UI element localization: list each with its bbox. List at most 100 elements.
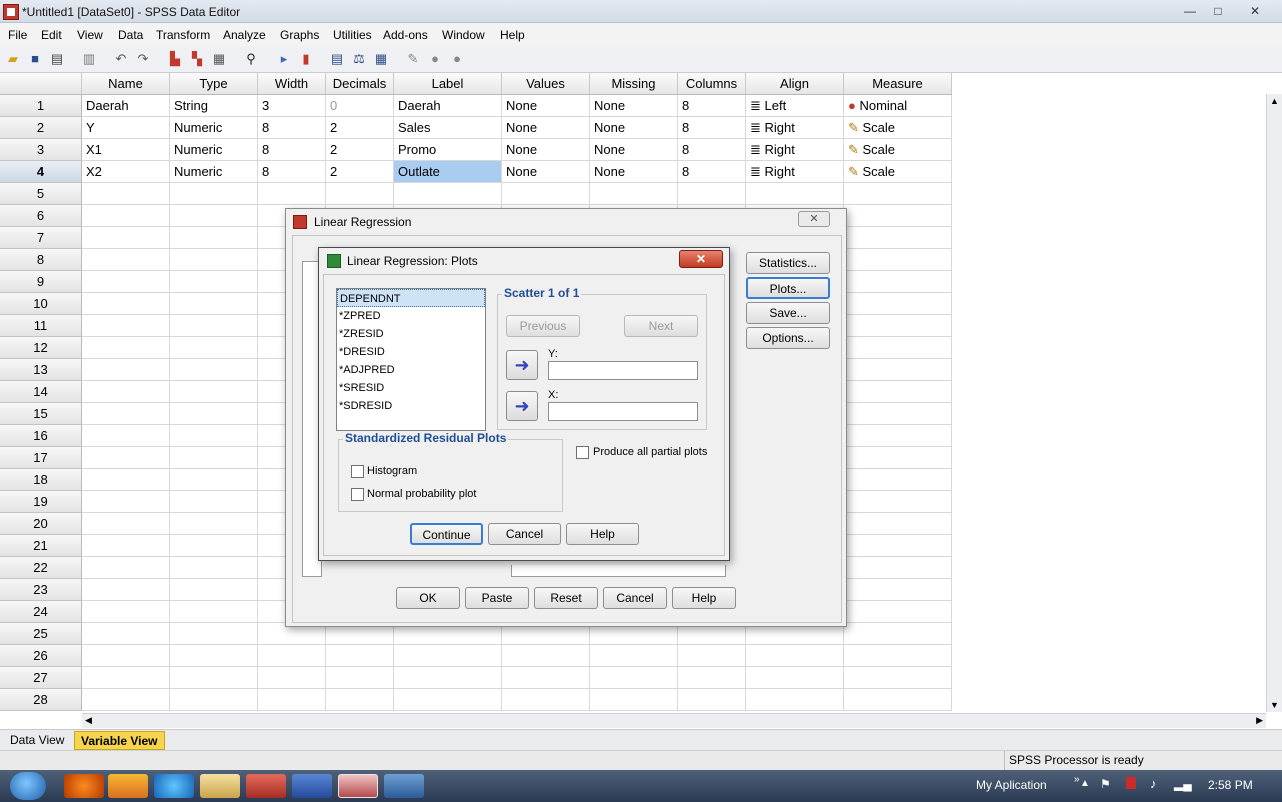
- cell-measure[interactable]: ✎ Scale: [844, 117, 952, 139]
- cell-type[interactable]: String: [170, 95, 258, 117]
- menu-window[interactable]: Window: [442, 28, 485, 42]
- empty-cell[interactable]: [844, 535, 952, 557]
- row-header[interactable]: 2: [0, 117, 82, 139]
- empty-cell[interactable]: [844, 645, 952, 667]
- empty-cell[interactable]: [170, 447, 258, 469]
- empty-cell[interactable]: [170, 535, 258, 557]
- empty-cell[interactable]: [82, 447, 170, 469]
- row-header[interactable]: 24: [0, 601, 82, 623]
- show-hidden-icon[interactable]: »: [1074, 774, 1080, 785]
- goto-case-icon[interactable]: ▙: [167, 51, 183, 67]
- col-header-measure[interactable]: Measure: [844, 73, 952, 95]
- empty-cell[interactable]: [170, 403, 258, 425]
- cell-align[interactable]: ≣ Left: [746, 95, 844, 117]
- cell-missing[interactable]: None: [590, 139, 678, 161]
- row-header[interactable]: 15: [0, 403, 82, 425]
- empty-cell[interactable]: [82, 359, 170, 381]
- cell-type[interactable]: Numeric: [170, 139, 258, 161]
- row-header[interactable]: 21: [0, 535, 82, 557]
- col-header-width[interactable]: Width: [258, 73, 326, 95]
- menu-file[interactable]: File: [8, 28, 27, 42]
- empty-cell[interactable]: [170, 623, 258, 645]
- empty-cell[interactable]: [394, 183, 502, 205]
- plots-cancel-button[interactable]: Cancel: [488, 523, 561, 545]
- empty-cell[interactable]: [170, 315, 258, 337]
- row-header[interactable]: 10: [0, 293, 82, 315]
- menu-graphs[interactable]: Graphs: [280, 28, 319, 42]
- options-button[interactable]: Options...: [746, 327, 830, 349]
- scroll-left-icon[interactable]: ◀: [85, 715, 92, 726]
- empty-cell[interactable]: [502, 645, 590, 667]
- plot-variable-item[interactable]: *SDRESID: [337, 397, 485, 415]
- row-header[interactable]: 1: [0, 95, 82, 117]
- tab-variable-view[interactable]: Variable View: [74, 731, 165, 750]
- empty-cell[interactable]: [326, 689, 394, 711]
- continue-button[interactable]: Continue: [410, 523, 483, 545]
- internet-explorer-icon[interactable]: [154, 774, 194, 798]
- empty-cell[interactable]: [82, 623, 170, 645]
- empty-cell[interactable]: [746, 645, 844, 667]
- empty-cell[interactable]: [82, 535, 170, 557]
- dialog-close-button[interactable]: ✕: [798, 211, 830, 227]
- row-header[interactable]: 18: [0, 469, 82, 491]
- volume-icon[interactable]: ♪: [1150, 776, 1157, 791]
- cell-label[interactable]: Promo: [394, 139, 502, 161]
- split-file-icon[interactable]: ▤: [329, 51, 345, 67]
- col-header-align[interactable]: Align: [746, 73, 844, 95]
- plot-variable-item[interactable]: *ZPRED: [337, 307, 485, 325]
- empty-cell[interactable]: [844, 623, 952, 645]
- empty-cell[interactable]: [82, 315, 170, 337]
- empty-cell[interactable]: [394, 645, 502, 667]
- partial-plots-checkbox[interactable]: [576, 446, 589, 459]
- empty-cell[interactable]: [82, 579, 170, 601]
- ok-button[interactable]: OK: [396, 587, 460, 609]
- cell-type[interactable]: Numeric: [170, 161, 258, 183]
- next-button[interactable]: Next: [624, 315, 698, 337]
- clock[interactable]: 2:58 PM: [1208, 778, 1253, 792]
- empty-cell[interactable]: [82, 689, 170, 711]
- row-header[interactable]: 19: [0, 491, 82, 513]
- empty-cell[interactable]: [82, 645, 170, 667]
- cell-values[interactable]: None: [502, 95, 590, 117]
- empty-cell[interactable]: [170, 491, 258, 513]
- cell-values[interactable]: None: [502, 161, 590, 183]
- network-icon[interactable]: ▂▄: [1174, 777, 1192, 791]
- flag-icon[interactable]: ⚑: [1100, 777, 1111, 791]
- plots-close-button[interactable]: ✕: [679, 250, 723, 268]
- tab-data-view[interactable]: Data View: [4, 731, 70, 750]
- row-header[interactable]: 4: [0, 161, 82, 183]
- empty-cell[interactable]: [170, 205, 258, 227]
- cell-decimals[interactable]: 2: [326, 139, 394, 161]
- empty-cell[interactable]: [170, 645, 258, 667]
- move-to-y-button[interactable]: ➜: [506, 350, 538, 380]
- cell-align[interactable]: ≣ Right: [746, 117, 844, 139]
- scroll-up-icon[interactable]: ▲: [1270, 96, 1279, 106]
- col-header-values[interactable]: Values: [502, 73, 590, 95]
- plot-variable-list[interactable]: DEPENDNT *ZPRED *ZRESID *DRESID *ADJPRED *SRE…: [336, 288, 486, 431]
- empty-cell[interactable]: [502, 689, 590, 711]
- use-sets-icon[interactable]: ●: [427, 51, 443, 67]
- window-icon[interactable]: [384, 774, 424, 798]
- cell-align[interactable]: ≣ Right: [746, 161, 844, 183]
- plots-button[interactable]: Plots...: [746, 277, 830, 299]
- empty-cell[interactable]: [844, 513, 952, 535]
- maximize-button[interactable]: □: [1204, 3, 1232, 20]
- cell-name[interactable]: Daerah: [82, 95, 170, 117]
- empty-cell[interactable]: [326, 645, 394, 667]
- cell-label[interactable]: Daerah: [394, 95, 502, 117]
- empty-cell[interactable]: [170, 249, 258, 271]
- cell-width[interactable]: 8: [258, 139, 326, 161]
- empty-cell[interactable]: [82, 227, 170, 249]
- security-icon[interactable]: [1126, 777, 1136, 789]
- empty-cell[interactable]: [394, 667, 502, 689]
- start-button[interactable]: [10, 772, 46, 800]
- help-button[interactable]: Help: [672, 587, 736, 609]
- empty-cell[interactable]: [170, 293, 258, 315]
- empty-cell[interactable]: [844, 249, 952, 271]
- row-header[interactable]: 5: [0, 183, 82, 205]
- menu-view[interactable]: View: [77, 28, 103, 42]
- cell-name[interactable]: X1: [82, 139, 170, 161]
- col-header-name[interactable]: Name: [82, 73, 170, 95]
- empty-cell[interactable]: [82, 403, 170, 425]
- row-header[interactable]: 26: [0, 645, 82, 667]
